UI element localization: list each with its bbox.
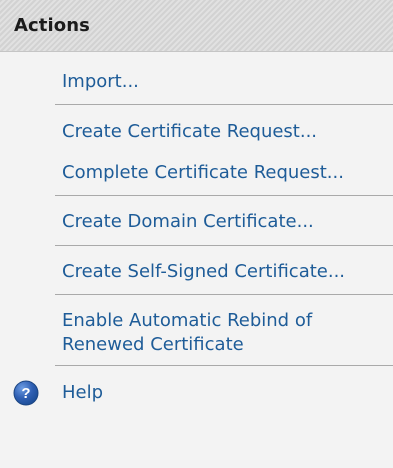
- import-link[interactable]: Import...: [62, 70, 139, 94]
- separator: [55, 365, 393, 366]
- actions-header: Actions: [0, 0, 393, 52]
- actions-pane: Actions Import... Create Certificate Req…: [0, 0, 393, 468]
- create-domain-certificate-link[interactable]: Create Domain Certificate...: [62, 210, 314, 234]
- create-certificate-request-link[interactable]: Create Certificate Request...: [62, 120, 317, 144]
- enable-automatic-rebind-line-1: Enable Automatic Rebind of: [62, 310, 313, 331]
- separator: [55, 245, 393, 246]
- separator: [55, 104, 393, 105]
- svg-text:?: ?: [21, 385, 30, 402]
- help-icon[interactable]: ?: [13, 380, 39, 406]
- complete-certificate-request-link[interactable]: Complete Certificate Request...: [62, 161, 344, 185]
- create-self-signed-certificate-link[interactable]: Create Self-Signed Certificate...: [62, 260, 345, 284]
- separator: [55, 195, 393, 196]
- enable-automatic-rebind-link[interactable]: Enable Automatic Rebind of Renewed Certi…: [62, 309, 312, 357]
- help-link[interactable]: Help: [62, 381, 103, 405]
- enable-automatic-rebind-line-2: Renewed Certificate: [62, 334, 244, 355]
- separator: [55, 294, 393, 295]
- actions-title: Actions: [14, 15, 90, 36]
